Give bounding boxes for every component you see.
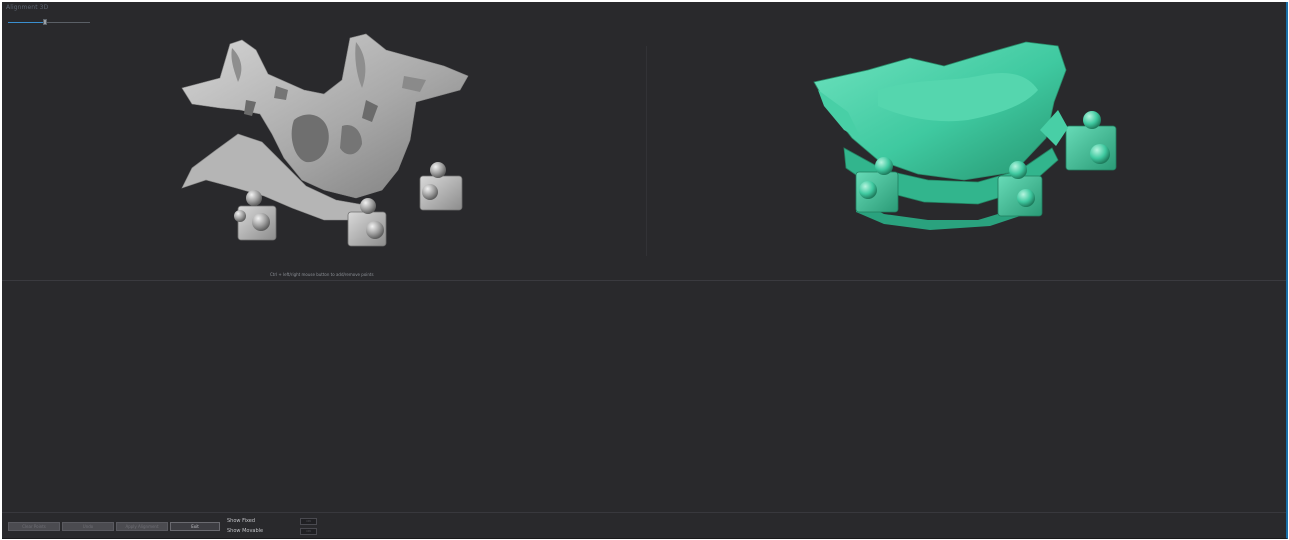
- marker-cube-3: [419, 162, 463, 211]
- show-fixed-toggle[interactable]: ON: [300, 518, 317, 525]
- show-fixed-label: Show Fixed: [227, 518, 256, 524]
- movable-model-render: [813, 41, 1117, 230]
- movable-model-viewport[interactable]: [648, 30, 1284, 276]
- show-movable-label: Show Movable: [227, 528, 264, 534]
- lower-panel: [2, 281, 1286, 512]
- hint-text: Ctrl + left/right mouse button to add/re…: [270, 272, 374, 277]
- apply-alignment-button[interactable]: Apply Alignment: [116, 522, 168, 531]
- slider-handle[interactable]: [42, 19, 47, 25]
- slider-fill: [8, 22, 45, 23]
- viewport-divider: [646, 46, 647, 256]
- marker-cube-3: [1065, 111, 1117, 171]
- fixed-model-viewport[interactable]: [6, 30, 644, 276]
- window-title: Alignment 3D: [6, 4, 49, 11]
- toolbar-separator: [2, 512, 1286, 513]
- fixed-model-render: [181, 33, 469, 247]
- show-movable-toggle[interactable]: ON: [300, 528, 317, 535]
- exit-button[interactable]: Exit: [170, 522, 220, 531]
- undo-button[interactable]: Undo: [62, 522, 114, 531]
- alignment-window: Alignment 3D Ctrl + left/right mouse but…: [2, 2, 1288, 539]
- opacity-slider[interactable]: [8, 19, 90, 27]
- clear-points-button[interactable]: Clear Points: [8, 522, 60, 531]
